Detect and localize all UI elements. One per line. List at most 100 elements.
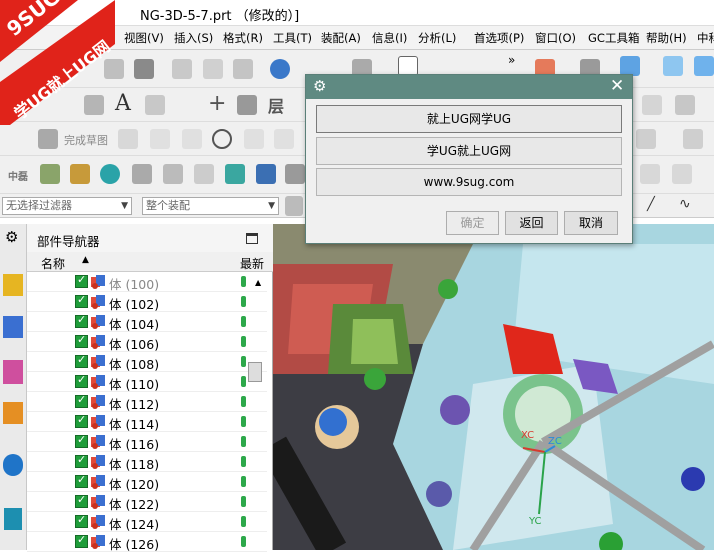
paste-icon[interactable]	[233, 59, 253, 79]
undo-icon[interactable]	[270, 59, 290, 79]
option-website-button[interactable]: www.9sug.com	[316, 168, 622, 196]
ok-button[interactable]: 确定	[446, 211, 499, 235]
datum-csys-icon[interactable]	[145, 95, 165, 115]
circle-icon[interactable]	[212, 129, 232, 149]
cancel-button[interactable]: 取消	[564, 211, 618, 235]
profile-icon[interactable]	[118, 129, 138, 149]
point-icon[interactable]: +	[208, 91, 226, 116]
cut-icon[interactable]	[172, 59, 192, 79]
navigator-row[interactable]: 体 (110)	[27, 372, 267, 392]
copy-icon[interactable]	[203, 59, 223, 79]
dimension-icon[interactable]	[683, 129, 703, 149]
scroll-thumb[interactable]	[248, 362, 262, 382]
navigator-row[interactable]: 体 (122)	[27, 492, 267, 512]
navigator-row[interactable]: 体 (120)	[27, 472, 267, 492]
navigator-row[interactable]: 体 (118)	[27, 452, 267, 472]
option-learn-ug-button[interactable]: 就上UG网学UG	[316, 105, 622, 133]
menu-analysis[interactable]: 分析(L)	[418, 30, 456, 46]
mold-tool-11-icon[interactable]	[672, 164, 692, 184]
scope-select[interactable]: 整个装配 ▼	[142, 197, 279, 215]
visibility-checkbox[interactable]	[75, 333, 88, 348]
maximize-icon[interactable]	[246, 233, 258, 244]
text-tool-icon[interactable]: A	[115, 91, 131, 116]
option-ug-site-button[interactable]: 学UG就上UG网	[316, 137, 622, 165]
visibility-checkbox[interactable]	[75, 533, 88, 548]
navigator-row[interactable]: 体 (106)	[27, 332, 267, 352]
sort-up-icon[interactable]: ▲	[82, 255, 89, 265]
constraint-navigator-icon[interactable]	[3, 316, 23, 338]
menu-zhongke[interactable]: 中科	[697, 30, 714, 46]
menu-view[interactable]: 视图(V)	[124, 30, 164, 46]
menu-preferences[interactable]: 首选项(P)	[474, 30, 524, 46]
scroll-up-icon[interactable]: ▲	[255, 278, 261, 287]
visibility-checkbox[interactable]	[75, 473, 88, 488]
mold-tool-7-icon[interactable]	[225, 164, 245, 184]
fillet-icon[interactable]	[244, 129, 264, 149]
mold-tool-2-icon[interactable]	[70, 164, 90, 184]
mold-tool-3-icon[interactable]	[100, 164, 120, 184]
arc-icon[interactable]	[182, 129, 202, 149]
pattern-icon[interactable]	[675, 95, 695, 115]
overflow-icon[interactable]: »	[508, 53, 515, 67]
gear-icon[interactable]: ⚙	[5, 228, 18, 246]
menu-format[interactable]: 格式(R)	[223, 30, 263, 46]
visibility-checkbox[interactable]	[75, 353, 88, 368]
visibility-checkbox[interactable]	[75, 313, 88, 328]
graphics-window[interactable]: XC ZC YC	[273, 224, 714, 550]
navigator-row[interactable]: 体 (104)	[27, 312, 267, 332]
visibility-checkbox[interactable]	[75, 413, 88, 428]
visibility-checkbox[interactable]	[75, 513, 88, 528]
info-icon[interactable]	[398, 56, 418, 76]
mold-tool-4-icon[interactable]	[132, 164, 152, 184]
navigator-row[interactable]: 体 (126)	[27, 532, 267, 552]
navigator-scrollbar[interactable]: ▲	[245, 274, 273, 550]
visibility-checkbox[interactable]	[75, 433, 88, 448]
snap-icon[interactable]	[285, 196, 303, 216]
history-icon[interactable]	[4, 508, 22, 530]
mold-tool-8-icon[interactable]	[256, 164, 276, 184]
visibility-checkbox[interactable]	[75, 453, 88, 468]
mold-tool-1-icon[interactable]	[40, 164, 60, 184]
navigator-row[interactable]: 体 (112)	[27, 392, 267, 412]
menu-gc-toolbox[interactable]: GC工具箱	[588, 30, 639, 46]
visibility-checkbox[interactable]	[75, 373, 88, 388]
part-navigator-icon[interactable]	[3, 360, 23, 384]
visibility-checkbox[interactable]	[75, 293, 88, 308]
navigator-row[interactable]: 体 (116)	[27, 432, 267, 452]
menu-insert[interactable]: 插入(S)	[174, 30, 213, 46]
close-icon[interactable]: ✕	[610, 76, 624, 96]
mold-tool-9-icon[interactable]	[285, 164, 305, 184]
layer-icon[interactable]: 层	[268, 93, 284, 117]
menu-tools[interactable]: 工具(T)	[273, 30, 312, 46]
navigator-row[interactable]: 体 (100)	[27, 272, 267, 292]
model-view[interactable]	[273, 224, 714, 550]
navigator-row[interactable]: 体 (108)	[27, 352, 267, 372]
array-icon[interactable]	[642, 95, 662, 115]
chamfer-icon[interactable]	[274, 129, 294, 149]
cube-shaded-icon[interactable]	[620, 56, 640, 76]
snap-point-icon[interactable]: ╱	[647, 197, 655, 212]
mold-tool-10-icon[interactable]	[640, 164, 660, 184]
menu-window[interactable]: 窗口(O)	[535, 30, 576, 46]
selection-filter-select[interactable]: 无选择过滤器 ▼	[2, 197, 132, 215]
cube-view-icon[interactable]	[694, 56, 714, 76]
web-browser-icon[interactable]	[3, 454, 23, 476]
assembly-navigator-icon[interactable]	[3, 274, 23, 296]
column-name[interactable]: 名称	[41, 255, 65, 272]
image-icon[interactable]	[237, 95, 257, 115]
visibility-checkbox[interactable]	[75, 393, 88, 408]
menu-info[interactable]: 信息(I)	[372, 30, 407, 46]
mold-tool-6-icon[interactable]	[194, 164, 214, 184]
reuse-library-icon[interactable]	[3, 402, 23, 424]
menu-help[interactable]: 帮助(H)	[646, 30, 687, 46]
navigator-row[interactable]: 体 (124)	[27, 512, 267, 532]
navigator-row[interactable]: 体 (102)	[27, 292, 267, 312]
dialog-titlebar[interactable]: ⚙ ✕	[306, 75, 632, 99]
finish-sketch-icon[interactable]	[38, 129, 58, 149]
snap-curve-icon[interactable]: ∿	[679, 196, 691, 212]
visibility-checkbox[interactable]	[75, 273, 88, 288]
gear-icon[interactable]: ⚙	[313, 77, 326, 95]
back-button[interactable]: 返回	[505, 211, 558, 235]
finish-sketch-label[interactable]: 完成草图	[64, 132, 108, 148]
visibility-checkbox[interactable]	[75, 493, 88, 508]
